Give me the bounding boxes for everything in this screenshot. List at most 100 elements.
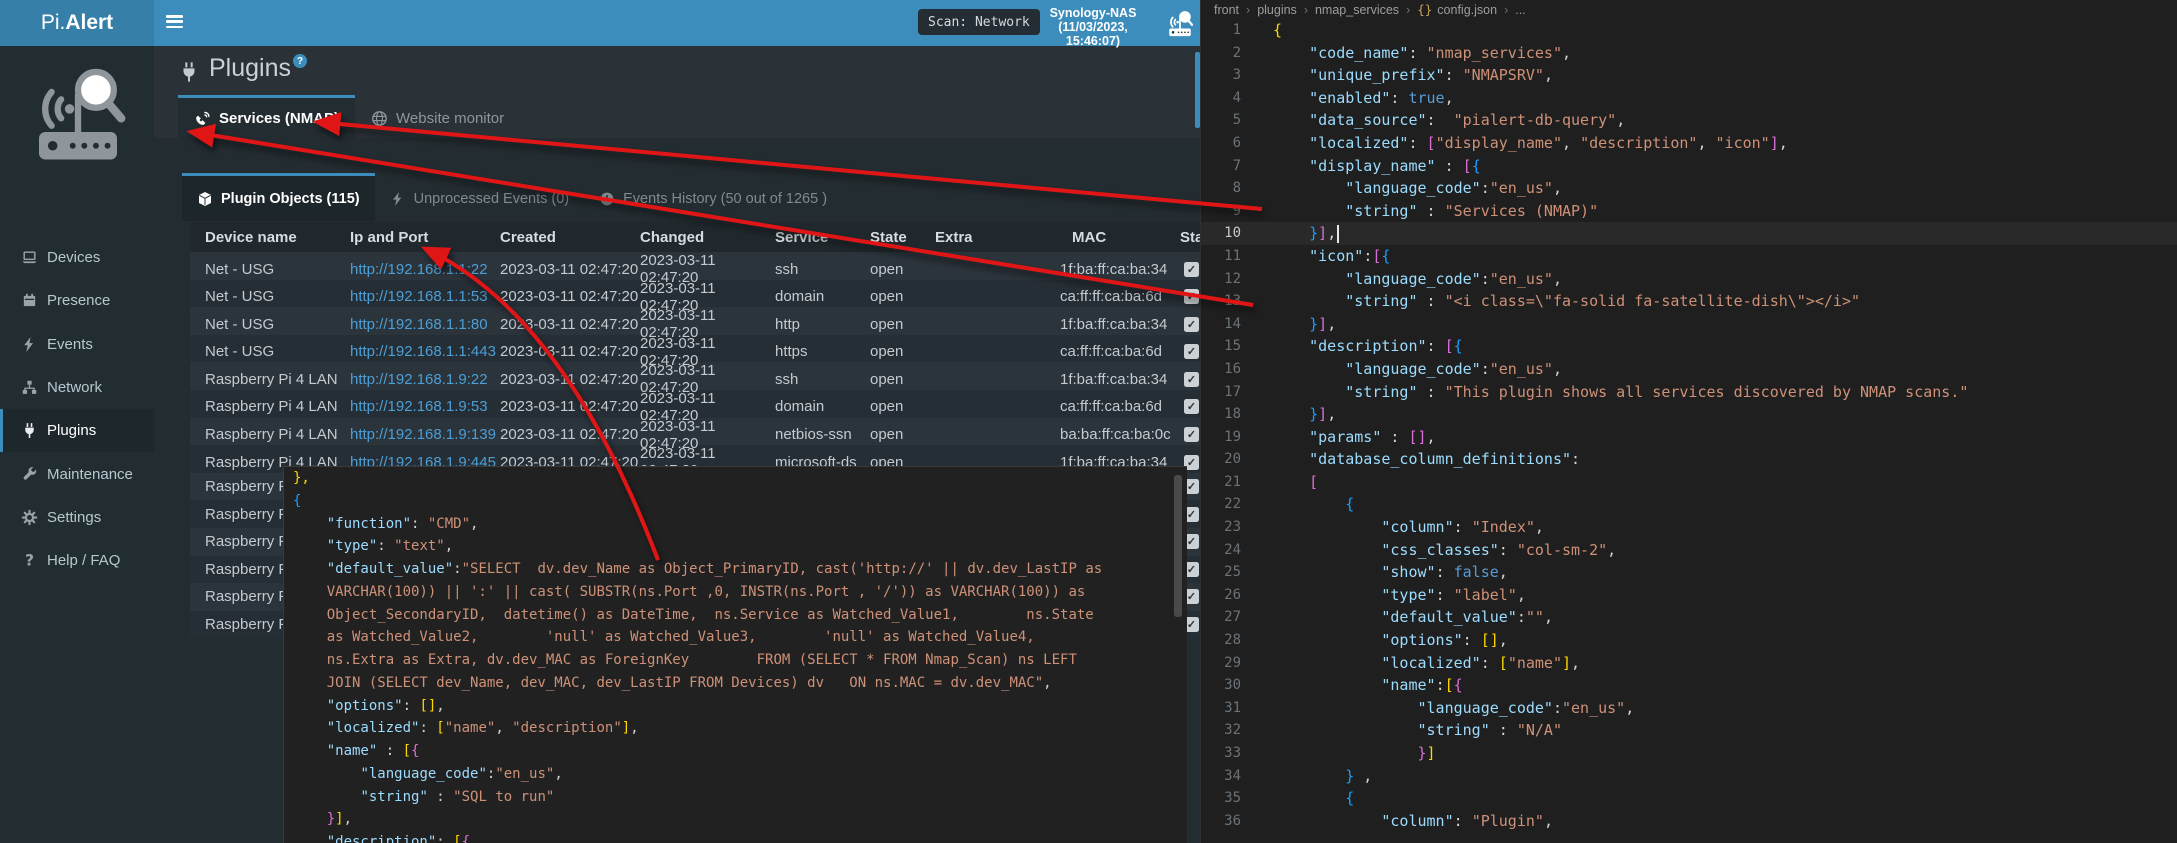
cell-changed[interactable]: Changed: [640, 229, 775, 246]
line-number: 33: [1201, 742, 1241, 765]
ip-port-link[interactable]: http://192.168.1.1:443: [350, 343, 496, 360]
ip-port-link[interactable]: http://192.168.1.1:53: [350, 288, 488, 305]
sidebar-item-network[interactable]: Network: [0, 366, 154, 409]
editor-line-12[interactable]: 12 "language_code":"en_us",: [1201, 268, 2177, 291]
cell-mac[interactable]: MAC: [1060, 229, 1180, 246]
cell-extra[interactable]: Extra: [935, 229, 1060, 246]
status-checkbox[interactable]: ✓: [1184, 289, 1199, 304]
sidebar-item-presence[interactable]: Presence: [0, 279, 154, 322]
breadcrumb-separator: ›: [1406, 3, 1410, 17]
cell-status: ✓: [1180, 262, 1200, 277]
ip-port-link[interactable]: http://192.168.1.9:22: [350, 371, 488, 388]
editor-line-20[interactable]: 20 "database_column_definitions":: [1201, 448, 2177, 471]
line-number: 3: [1201, 64, 1241, 87]
editor-line-10[interactable]: 10 }],: [1201, 222, 2177, 245]
editor-line-17[interactable]: 17 "string" : "This plugin shows all ser…: [1201, 381, 2177, 404]
status-checkbox[interactable]: ✓: [1184, 372, 1199, 387]
editor-line-30[interactable]: 30 "name":[{: [1201, 674, 2177, 697]
cell-device-name: Net - USG: [190, 261, 350, 278]
editor-line-19[interactable]: 19 "params" : [],: [1201, 426, 2177, 449]
cell-status[interactable]: Status: [1180, 229, 1200, 246]
sidebar-item-settings[interactable]: Settings: [0, 496, 154, 539]
editor-line-31[interactable]: 31 "language_code":"en_us",: [1201, 697, 2177, 720]
tab-website-monitor[interactable]: Website monitor: [355, 95, 520, 138]
editor-line-15[interactable]: 15 "description": [{: [1201, 335, 2177, 358]
status-checkbox[interactable]: ✓: [1184, 317, 1199, 332]
sidebar-item-label: Presence: [47, 292, 110, 309]
overlay-code: },{ "function": "CMD", "type": "text", "…: [293, 467, 1167, 843]
breadcrumb-item[interactable]: ...: [1515, 3, 1525, 17]
editor-line-6[interactable]: 6 "localized": ["display_name", "descrip…: [1201, 132, 2177, 155]
status-checkbox[interactable]: ✓: [1184, 262, 1199, 277]
editor-line-5[interactable]: 5 "data_source": "pialert-db-query",: [1201, 109, 2177, 132]
breadcrumb-item[interactable]: plugins: [1257, 3, 1297, 17]
ip-port-link[interactable]: http://192.168.1.1:80: [350, 316, 488, 333]
sidebar-toggle-icon[interactable]: [166, 15, 183, 30]
status-checkbox[interactable]: ✓: [1184, 399, 1199, 414]
editor-line-22[interactable]: 22 {: [1201, 493, 2177, 516]
editor-line-28[interactable]: 28 "options": [],: [1201, 629, 2177, 652]
plug-icon: [20, 422, 38, 440]
breadcrumb-item[interactable]: nmap_services: [1315, 3, 1399, 17]
cell-created[interactable]: Created: [500, 229, 640, 246]
ip-port-link[interactable]: http://192.168.1.9:53: [350, 398, 488, 415]
ip-port-link[interactable]: http://192.168.1.9:139: [350, 426, 496, 443]
cell-created: 2023-03-11 02:47:20: [500, 288, 640, 305]
editor-line-3[interactable]: 3 "unique_prefix": "NMAPSRV",: [1201, 64, 2177, 87]
cell-ip-port[interactable]: Ip and Port: [350, 229, 500, 246]
tab-services-nmap-[interactable]: Services (NMAP): [178, 95, 355, 138]
editor-line-11[interactable]: 11 "icon":[{: [1201, 245, 2177, 268]
editor-line-8[interactable]: 8 "language_code":"en_us",: [1201, 177, 2177, 200]
editor-line-24[interactable]: 24 "css_classes": "col-sm-2",: [1201, 539, 2177, 562]
editor-line-16[interactable]: 16 "language_code":"en_us",: [1201, 358, 2177, 381]
editor-line-18[interactable]: 18 }],: [1201, 403, 2177, 426]
code-editor[interactable]: front›plugins›nmap_services›{}config.jso…: [1200, 0, 2177, 843]
editor-line-9[interactable]: 9 "string" : "Services (NMAP)": [1201, 200, 2177, 223]
editor-line-23[interactable]: 23 "column": "Index",: [1201, 516, 2177, 539]
sidebar-item-help-faq[interactable]: Help / FAQ: [0, 539, 154, 582]
editor-line-21[interactable]: 21 [: [1201, 471, 2177, 494]
cell-state: open: [870, 261, 935, 278]
editor-line-35[interactable]: 35 {: [1201, 787, 2177, 810]
editor-line-27[interactable]: 27 "default_value":"",: [1201, 606, 2177, 629]
cell-device-name: Raspberry Pi 4 LAN: [190, 398, 350, 415]
breadcrumb: front›plugins›nmap_services›{}config.jso…: [1214, 0, 1526, 19]
editor-line-33[interactable]: 33 }]: [1201, 742, 2177, 765]
breadcrumb-item[interactable]: {}config.json: [1417, 2, 1497, 17]
editor-line-13[interactable]: 13 "string" : "<i class=\"fa-solid fa-sa…: [1201, 290, 2177, 313]
sidebar-item-maintenance[interactable]: Maintenance: [0, 452, 154, 495]
status-checkbox[interactable]: ✓: [1184, 427, 1199, 442]
sidebar-item-plugins[interactable]: Plugins: [0, 409, 154, 452]
editor-line-14[interactable]: 14 }],: [1201, 313, 2177, 336]
editor-line-29[interactable]: 29 "localized": ["name"],: [1201, 652, 2177, 675]
editor-line-32[interactable]: 32 "string" : "N/A": [1201, 719, 2177, 742]
editor-line-4[interactable]: 4 "enabled": true,: [1201, 87, 2177, 110]
brand-logo[interactable]: Pi.Alert: [0, 0, 154, 46]
cell-service[interactable]: Service: [775, 229, 870, 246]
overlay-code-line: Object_SecondaryID, datetime() as DateTi…: [293, 604, 1167, 627]
editor-line-25[interactable]: 25 "show": false,: [1201, 561, 2177, 584]
subtab-unprocessed-events-0-[interactable]: Unprocessed Events (0): [375, 173, 585, 221]
cell-device-name[interactable]: Device name: [190, 229, 350, 246]
editor-line-34[interactable]: 34 } ,: [1201, 765, 2177, 788]
editor-line-26[interactable]: 26 "type": "label",: [1201, 584, 2177, 607]
pialert-mini-logo-icon: [1164, 7, 1196, 39]
editor-code[interactable]: 1{2 "code_name": "nmap_services",3 "uniq…: [1201, 19, 2177, 832]
editor-line-2[interactable]: 2 "code_name": "nmap_services",: [1201, 42, 2177, 65]
breadcrumb-item[interactable]: front: [1214, 3, 1239, 17]
editor-line-1[interactable]: 1{: [1201, 19, 2177, 42]
overlay-scrollbar[interactable]: [1174, 475, 1182, 617]
ip-port-link[interactable]: http://192.168.1.1:22: [350, 261, 488, 278]
cell-status: ✓: [1180, 317, 1200, 332]
editor-line-36[interactable]: 36 "column": "Plugin",: [1201, 810, 2177, 833]
table-row: Net - USG http://192.168.1.1:443 2023-03…: [190, 335, 1200, 363]
cell-state[interactable]: State: [870, 229, 935, 246]
status-checkbox[interactable]: ✓: [1184, 344, 1199, 359]
sidebar-item-events[interactable]: Events: [0, 323, 154, 366]
editor-line-7[interactable]: 7 "display_name" : [{: [1201, 155, 2177, 178]
subtab-plugin-objects-115-[interactable]: Plugin Objects (115): [182, 173, 375, 221]
sidebar-item-devices[interactable]: Devices: [0, 236, 154, 279]
help-badge[interactable]: ?: [293, 54, 307, 68]
page-scrollbar-thumb[interactable]: [1195, 52, 1200, 128]
subtab-events-history-50-out-of-1265-[interactable]: Events History (50 out of 1265 ): [584, 173, 842, 221]
